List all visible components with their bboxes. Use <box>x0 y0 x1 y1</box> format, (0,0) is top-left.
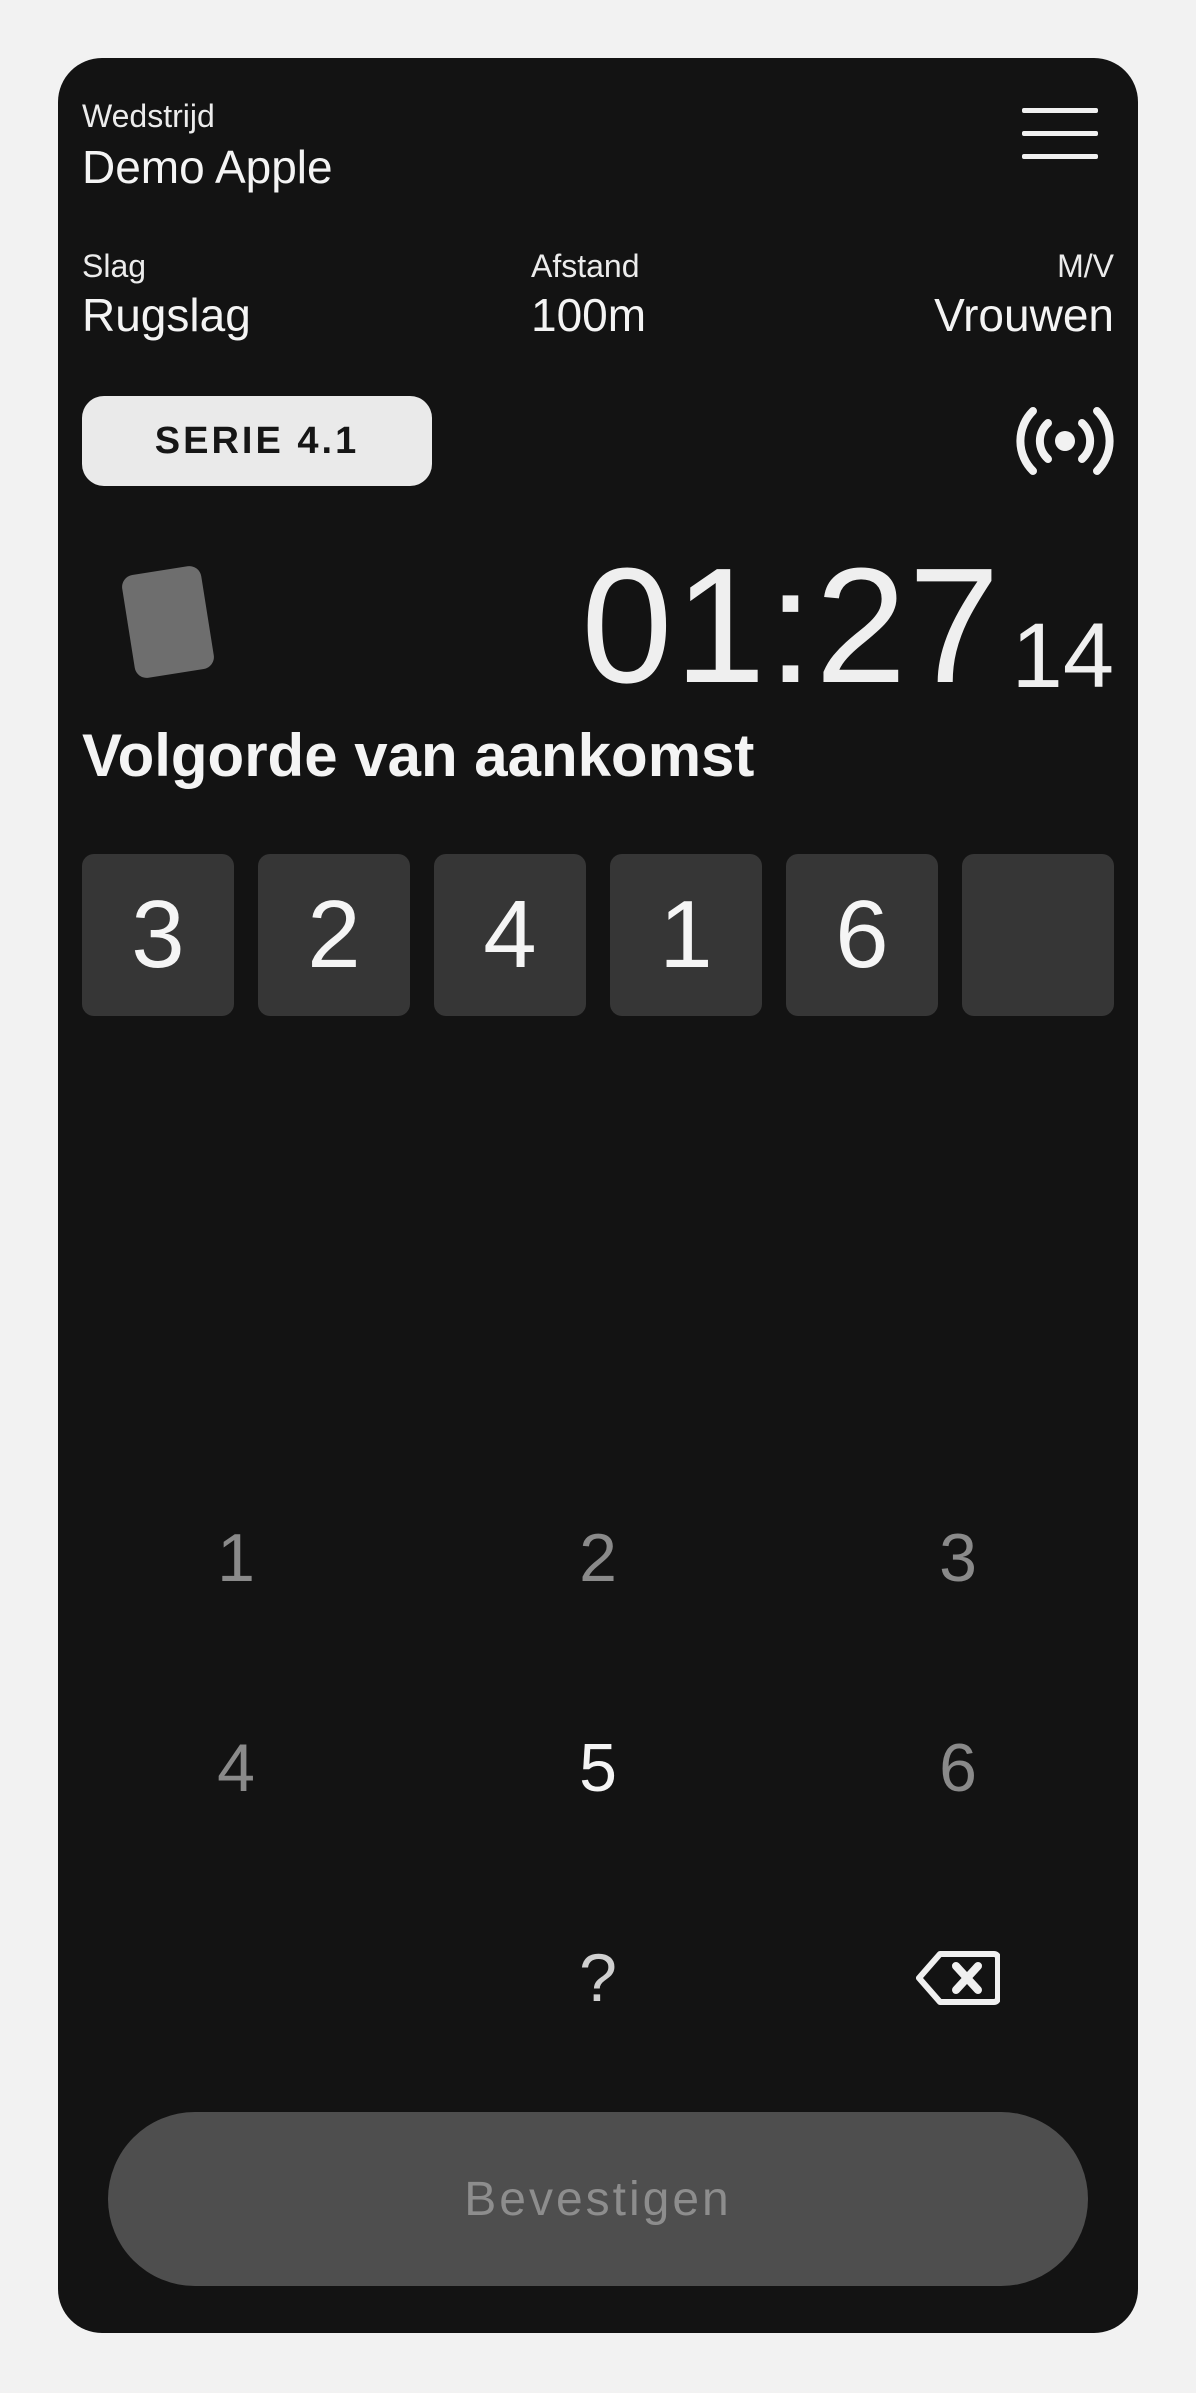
card-icon[interactable] <box>120 564 216 680</box>
timer-main: 01:27 <box>581 534 1002 717</box>
hamburger-menu-icon[interactable] <box>1022 108 1098 160</box>
keypad-key-5[interactable]: 5 <box>498 1708 698 1828</box>
arrival-slot-6[interactable] <box>962 854 1114 1016</box>
arrival-slot-5[interactable]: 6 <box>786 854 938 1016</box>
keypad-key-4[interactable]: 4 <box>136 1708 336 1828</box>
stroke-label: Slag <box>82 248 147 284</box>
keypad-key-3[interactable]: 3 <box>858 1498 1058 1618</box>
app-screen: Wedstrijd Demo Apple Slag Rugslag Afstan… <box>58 58 1138 2333</box>
distance-label: Afstand <box>531 248 640 284</box>
arrival-slot-4[interactable]: 1 <box>610 854 762 1016</box>
keypad-backspace-button[interactable] <box>858 1918 1058 2038</box>
serie-button-label: SERIE 4.1 <box>154 419 360 462</box>
broadcast-signal-icon[interactable] <box>1015 405 1115 477</box>
stroke-value: Rugslag <box>82 289 251 341</box>
confirm-button[interactable]: Bevestigen <box>108 2112 1088 2286</box>
competition-label: Wedstrijd <box>82 98 215 134</box>
confirm-button-label: Bevestigen <box>464 2172 732 2226</box>
arrival-slot-2[interactable]: 2 <box>258 854 410 1016</box>
competition-name: Demo Apple <box>82 141 333 193</box>
keypad-key-1[interactable]: 1 <box>136 1498 336 1618</box>
gender-value: Vrouwen <box>934 289 1114 341</box>
keypad-key-6[interactable]: 6 <box>858 1708 1058 1828</box>
keypad-key-unknown[interactable]: ? <box>498 1918 698 2038</box>
arrival-order-slots: 3 2 4 1 6 <box>82 854 1114 1016</box>
timer-hundredths: 14 <box>1011 605 1114 707</box>
arrival-order-title: Volgorde van aankomst <box>82 722 755 789</box>
keypad-key-2[interactable]: 2 <box>498 1498 698 1618</box>
distance-value: 100m <box>531 289 647 341</box>
serie-button[interactable]: SERIE 4.1 <box>82 396 432 486</box>
arrival-slot-1[interactable]: 3 <box>82 854 234 1016</box>
backspace-icon <box>916 1951 1000 2005</box>
arrival-slot-3[interactable]: 4 <box>434 854 586 1016</box>
gender-label: M/V <box>1057 248 1114 284</box>
race-timer: 01:27 14 <box>581 544 1114 708</box>
